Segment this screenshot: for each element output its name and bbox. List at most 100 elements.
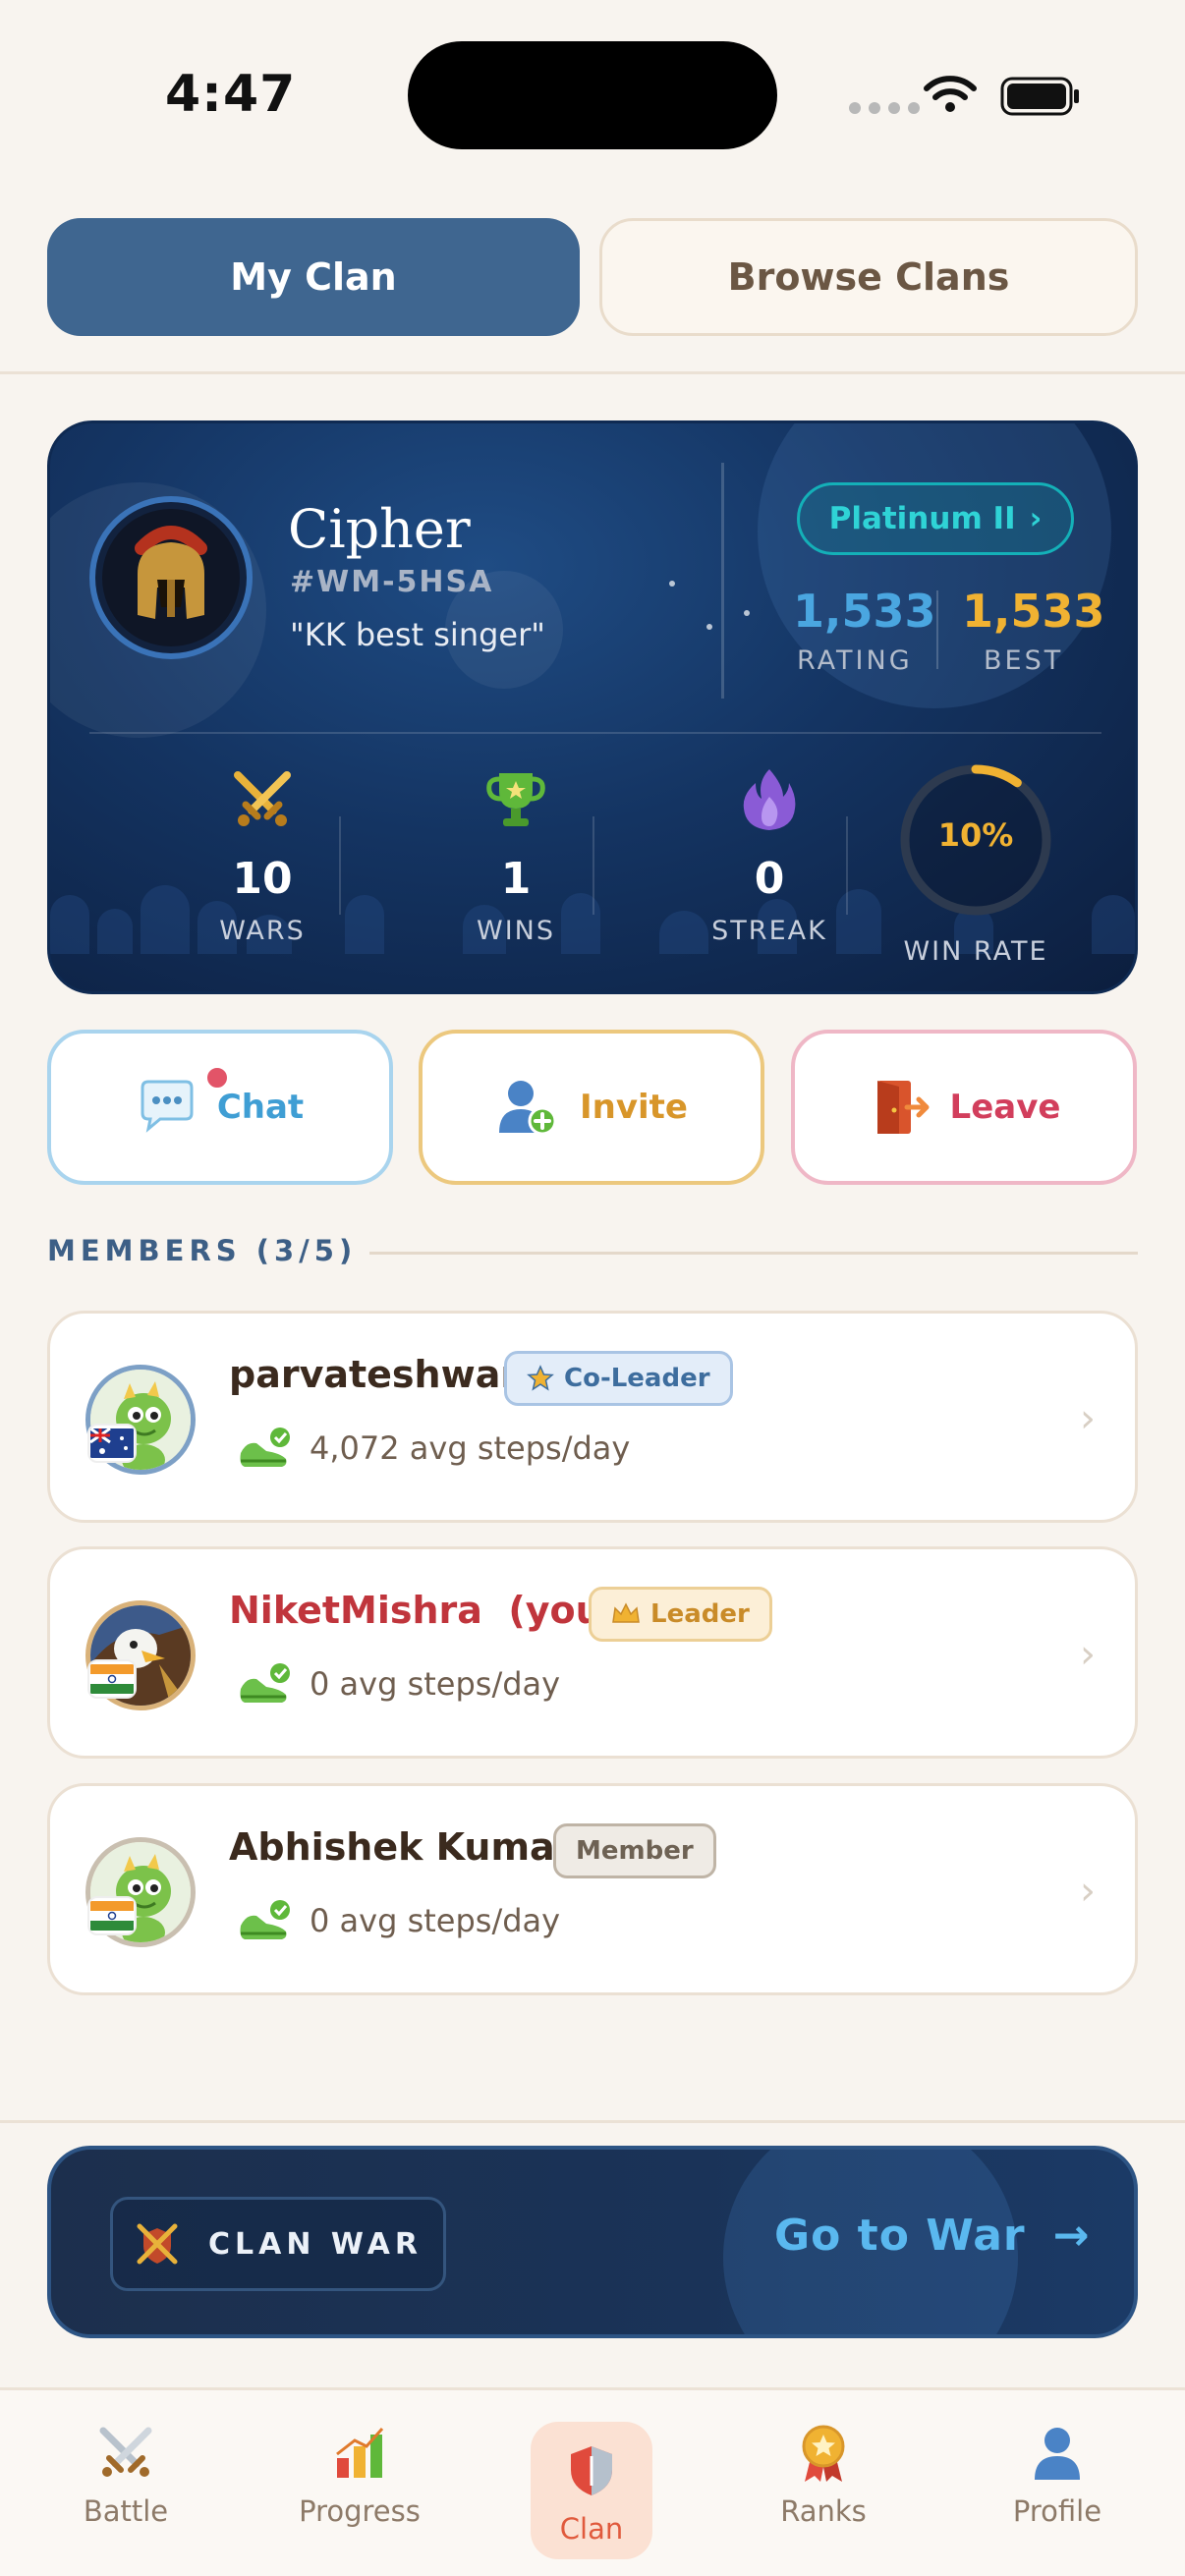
status-bar: 4:47: [0, 0, 1185, 187]
nav-profile[interactable]: Profile: [988, 2422, 1126, 2528]
sparkle: [669, 581, 675, 587]
divider: [592, 816, 594, 915]
nav-clan[interactable]: Clan: [531, 2422, 652, 2559]
member-steps: 0 avg steps/day: [237, 1898, 560, 1943]
stat-streak: 0 STREAK: [671, 765, 868, 946]
divider: [721, 463, 724, 699]
tab-browse-clans[interactable]: Browse Clans: [599, 218, 1138, 336]
divider: [369, 1252, 1138, 1255]
clan-name: Cipher: [288, 498, 471, 560]
nav-progress[interactable]: Progress: [291, 2422, 428, 2528]
streak-label: STREAK: [711, 916, 827, 946]
divider: [89, 732, 1101, 734]
chevron-right-icon: ›: [1029, 501, 1043, 536]
chevron-right-icon: ›: [1080, 1632, 1096, 1677]
clan-war-chip: CLAN WAR: [110, 2197, 446, 2291]
member-name: Abhishek Kumar: [229, 1825, 574, 1869]
profile-icon: [1035, 2428, 1080, 2480]
star-icon: [527, 1365, 554, 1391]
spartan-helmet-icon: [102, 509, 240, 646]
rating-value: 1,533: [793, 585, 936, 638]
win-rate-value: 10%: [937, 816, 1014, 854]
nav-label: Progress: [299, 2494, 421, 2528]
clan-summary-card: Cipher #WM-5HSA "KK best singer" Platinu…: [47, 420, 1138, 994]
arrow-right-icon: →: [1052, 2211, 1091, 2261]
chat-button[interactable]: Chat: [47, 1030, 393, 1185]
crown-icon: [612, 1602, 640, 1623]
clan-war-label: CLAN WAR: [208, 2226, 423, 2262]
wars-label: WARS: [219, 916, 306, 946]
nav-label: Ranks: [780, 2494, 867, 2528]
clan-tag: #WM-5HSA: [290, 565, 494, 599]
sneaker-icon: [240, 1663, 290, 1703]
progress-icon: [336, 2428, 384, 2478]
leave-button[interactable]: Leave: [791, 1030, 1137, 1185]
member-name: NiketMishra (you): [229, 1589, 619, 1632]
flag-australia-icon: [87, 1424, 137, 1463]
members-heading: MEMBERS (3/5): [47, 1234, 358, 1267]
role-label: Co-Leader: [564, 1364, 710, 1393]
divider: [0, 2120, 1185, 2123]
steps-text: 0 avg steps/day: [310, 1665, 561, 1703]
clan-motto: "KK best singer": [290, 616, 545, 653]
role-badge-member: Member: [553, 1823, 716, 1878]
sparkle: [744, 610, 750, 616]
member-row[interactable]: parvateshwar Co-Leader 4,072 avg steps/d…: [47, 1311, 1138, 1523]
tab-my-clan[interactable]: My Clan: [47, 218, 580, 336]
battle-icon: [99, 2427, 152, 2477]
divider: [0, 371, 1185, 374]
divider: [846, 816, 848, 915]
nav-label: Battle: [83, 2494, 169, 2528]
stat-wars: 10 WARS: [164, 765, 361, 946]
nav-label: Profile: [1012, 2494, 1102, 2528]
invite-button[interactable]: Invite: [419, 1030, 764, 1185]
invite-label: Invite: [580, 1088, 688, 1127]
tier-badge[interactable]: Platinum II ›: [797, 482, 1074, 555]
member-row[interactable]: Abhishek Kumar Member 0 avg steps/day ›: [47, 1783, 1138, 1995]
nav-ranks[interactable]: Ranks: [755, 2422, 892, 2528]
leave-label: Leave: [949, 1088, 1061, 1127]
streak-value: 0: [754, 854, 785, 904]
member-name-text: NiketMishra: [229, 1589, 482, 1632]
bottom-navigation: Battle Progress Clan Ranks Profile: [0, 2387, 1185, 2576]
divider: [936, 590, 938, 669]
stat-wins: 1 WINS: [418, 765, 614, 946]
wars-value: 10: [232, 854, 293, 904]
sneaker-icon: [240, 1428, 290, 1467]
flag-india-icon: [87, 1659, 137, 1699]
sparkle: [706, 624, 712, 630]
steps-text: 4,072 avg steps/day: [310, 1429, 631, 1467]
role-label: Member: [576, 1836, 694, 1866]
go-to-war-button[interactable]: CLAN WAR Go to War →: [47, 2146, 1138, 2338]
best-rating-value: 1,533: [962, 585, 1105, 638]
chevron-right-icon: ›: [1080, 1396, 1096, 1441]
role-badge-co-leader: Co-Leader: [504, 1351, 733, 1406]
cellular-signal-icon: [849, 102, 920, 114]
steps-text: 0 avg steps/day: [310, 1902, 561, 1939]
wifi-icon: [924, 76, 977, 112]
dynamic-island: [408, 41, 777, 149]
clan-segmented-tabs: My Clan Browse Clans: [47, 218, 1138, 336]
crossed-swords-icon: [234, 771, 291, 826]
member-row[interactable]: NiketMishra (you) Leader 0 avg steps/day…: [47, 1546, 1138, 1759]
chat-notification-dot: [204, 1065, 230, 1091]
crossed-swords-shield-icon: [137, 2223, 178, 2265]
exit-door-icon: [876, 1081, 930, 1134]
nav-label: Clan: [559, 2512, 624, 2546]
rating-label: RATING: [797, 645, 913, 676]
member-steps: 0 avg steps/day: [237, 1661, 560, 1707]
chevron-right-icon: ›: [1080, 1869, 1096, 1914]
chat-bubble-icon: [141, 1080, 194, 1133]
wins-label: WINS: [477, 916, 555, 946]
trophy-icon: [486, 773, 545, 826]
nav-battle[interactable]: Battle: [57, 2422, 195, 2528]
chat-label: Chat: [216, 1088, 305, 1127]
status-time: 4:47: [165, 65, 297, 124]
wins-value: 1: [500, 854, 532, 904]
role-badge-leader: Leader: [589, 1587, 772, 1642]
go-to-war-cta: Go to War →: [774, 2211, 1090, 2261]
flame-icon: [743, 769, 796, 830]
ranks-medal-icon: [802, 2425, 845, 2482]
best-rating-label: BEST: [984, 645, 1064, 676]
tier-label: Platinum II: [828, 501, 1016, 536]
